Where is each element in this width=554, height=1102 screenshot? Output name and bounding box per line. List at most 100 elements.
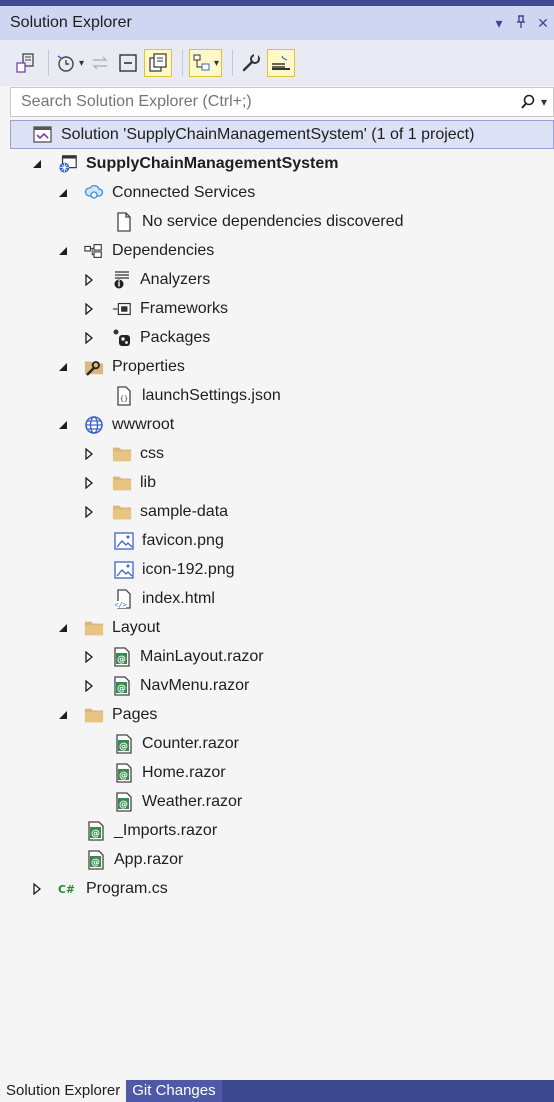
collapsed-arrow-icon[interactable] (82, 273, 96, 287)
json-file-icon: {} (114, 385, 134, 406)
toolbar-separator (182, 50, 184, 76)
properties-folder-icon (84, 357, 104, 377)
tree-item-icon192[interactable]: icon-192.png (10, 555, 554, 584)
preview-icon (272, 55, 291, 70)
sync-with-document-button[interactable] (88, 49, 112, 77)
tree-item-label: icon-192.png (142, 560, 235, 578)
analyzers-icon (112, 270, 132, 290)
tree-item-label: No service dependencies discovered (142, 212, 404, 230)
tree-item-label: Dependencies (112, 241, 215, 259)
expanded-arrow-icon[interactable] (56, 621, 70, 635)
tree-item-sample-data[interactable]: sample-data (10, 497, 554, 526)
tree-item-label: Frameworks (140, 299, 229, 317)
tree-item-label: wwwroot (112, 415, 175, 433)
collapsed-arrow-icon[interactable] (82, 679, 96, 693)
tab-solution-explorer[interactable]: Solution Explorer (0, 1080, 127, 1102)
tree-item-label: launchSettings.json (142, 386, 281, 404)
razor-file-icon: @ (112, 675, 132, 696)
pin-icon[interactable] (510, 14, 532, 32)
expanded-arrow-icon[interactable] (56, 244, 70, 258)
tree-item-pages[interactable]: Pages (10, 700, 554, 729)
folder-icon (112, 444, 132, 464)
tree-item-label: Program.cs (86, 879, 168, 897)
tree-item-home[interactable]: @ Home.razor (10, 758, 554, 787)
tree-item-imports[interactable]: @ _Imports.razor (10, 816, 554, 845)
search-icon[interactable] (515, 94, 541, 110)
tree-item-label: Home.razor (142, 763, 226, 781)
tree-item-navmenu[interactable]: @ NavMenu.razor (10, 671, 554, 700)
tree-item-label: NavMenu.razor (140, 676, 250, 694)
tree-item-label: Counter.razor (142, 734, 239, 752)
collapsed-arrow-icon[interactable] (82, 505, 96, 519)
folder-icon (84, 618, 104, 638)
folder-icon (84, 705, 104, 725)
wrench-icon (242, 54, 261, 72)
tree-item-project[interactable]: SupplyChainManagementSystem (10, 149, 554, 178)
search-box[interactable]: ▾ (10, 87, 554, 117)
tree-item-packages[interactable]: Packages (10, 323, 554, 352)
show-all-files-button[interactable] (144, 49, 173, 77)
tree-item-label: Packages (140, 328, 211, 346)
tree-item-app[interactable]: @ App.razor (10, 845, 554, 874)
razor-file-icon: @ (86, 849, 106, 870)
svg-text:@: @ (119, 800, 128, 810)
tree-item-mainlayout[interactable]: @ MainLayout.razor (10, 642, 554, 671)
globe-icon (84, 415, 104, 435)
search-input[interactable] (11, 92, 515, 112)
tree-item-lib[interactable]: lib (10, 468, 554, 497)
class-view-button[interactable]: ▾ (189, 49, 223, 77)
expanded-arrow-icon[interactable] (56, 186, 70, 200)
collapsed-arrow-icon[interactable] (30, 882, 44, 896)
close-icon[interactable]: ✕ (532, 15, 554, 32)
tree-item-wwwroot[interactable]: wwwroot (10, 410, 554, 439)
tree-item-connected-services[interactable]: Connected Services (10, 178, 554, 207)
tree-item-no-service[interactable]: No service dependencies discovered (10, 207, 554, 236)
collapsed-arrow-icon[interactable] (82, 476, 96, 490)
switch-views-button[interactable] (14, 49, 38, 77)
expanded-arrow-icon[interactable] (56, 708, 70, 722)
tab-git-changes[interactable]: Git Changes (126, 1080, 222, 1102)
pending-changes-filter-button[interactable]: ▾ (55, 49, 84, 77)
folder-icon (112, 473, 132, 493)
tree-item-frameworks[interactable]: Frameworks (10, 294, 554, 323)
collapsed-arrow-icon[interactable] (82, 331, 96, 345)
panel-title-bar: Solution Explorer ▾ ✕ (0, 6, 554, 40)
expanded-arrow-icon[interactable] (30, 157, 44, 171)
tree-item-layout[interactable]: Layout (10, 613, 554, 642)
expanded-arrow-icon[interactable] (56, 418, 70, 432)
tree-item-dependencies[interactable]: Dependencies (10, 236, 554, 265)
toolbar-separator (232, 50, 234, 76)
collapsed-arrow-icon[interactable] (82, 447, 96, 461)
chevron-down-icon[interactable]: ▾ (214, 58, 219, 69)
tree-item-launchsettings[interactable]: {} launchSettings.json (10, 381, 554, 410)
tree-item-counter[interactable]: @ Counter.razor (10, 729, 554, 758)
panel-options-dropdown-icon[interactable]: ▾ (488, 15, 510, 32)
tree-item-solution[interactable]: Solution 'SupplyChainManagementSystem' (… (10, 120, 554, 149)
tree-item-label: Properties (112, 357, 185, 375)
svg-text:{}: {} (120, 395, 128, 403)
preview-selected-items-button[interactable] (267, 49, 296, 77)
properties-button[interactable] (239, 49, 263, 77)
collapsed-arrow-icon[interactable] (82, 302, 96, 316)
collapse-all-button[interactable] (116, 49, 140, 77)
tree-item-css[interactable]: css (10, 439, 554, 468)
tree-item-label: Analyzers (140, 270, 211, 288)
tree-item-label: Pages (112, 705, 158, 723)
tree-item-label: MainLayout.razor (140, 647, 264, 665)
tree-item-program[interactable]: C# Program.cs (10, 874, 554, 903)
tree-item-analyzers[interactable]: Analyzers (10, 265, 554, 294)
expanded-arrow-icon[interactable] (56, 360, 70, 374)
tree-item-properties[interactable]: Properties (10, 352, 554, 381)
razor-file-icon: @ (114, 762, 134, 783)
tree-item-index[interactable]: </> index.html (10, 584, 554, 613)
chevron-down-icon[interactable]: ▾ (79, 58, 84, 69)
folder-icon (112, 502, 132, 522)
collapsed-arrow-icon[interactable] (82, 650, 96, 664)
search-options-dropdown-icon[interactable]: ▾ (541, 95, 553, 109)
html-file-icon: </> (114, 588, 134, 609)
tree-item-weather[interactable]: @ Weather.razor (10, 787, 554, 816)
svg-text:@: @ (91, 858, 100, 868)
tree-item-label: Solution 'SupplyChainManagementSystem' (… (61, 125, 475, 143)
bottom-tab-strip: Solution Explorer Git Changes (0, 1080, 554, 1102)
tree-item-favicon[interactable]: favicon.png (10, 526, 554, 555)
